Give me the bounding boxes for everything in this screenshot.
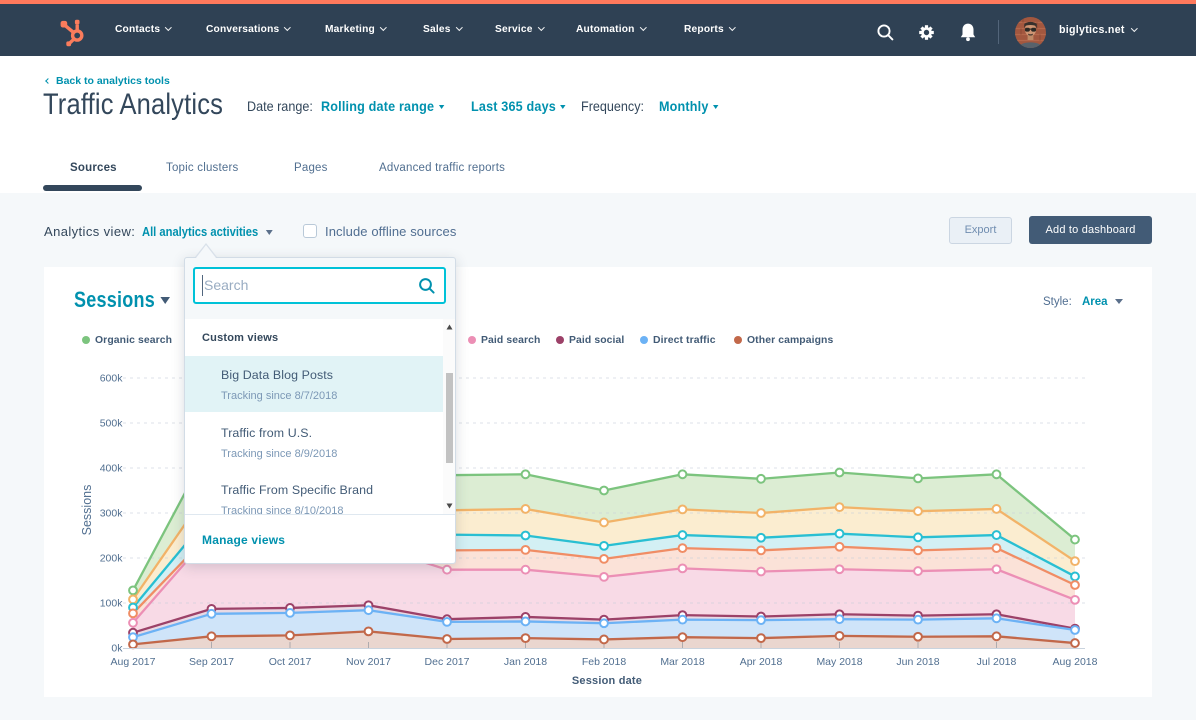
svg-text:600k: 600k bbox=[100, 373, 124, 385]
svg-text:Mar 2018: Mar 2018 bbox=[660, 656, 705, 668]
svg-text:Jun 2018: Jun 2018 bbox=[896, 656, 939, 668]
svg-text:0k: 0k bbox=[111, 643, 123, 655]
svg-text:400k: 400k bbox=[100, 463, 124, 475]
svg-text:Feb 2018: Feb 2018 bbox=[582, 656, 627, 668]
svg-text:Dec 2017: Dec 2017 bbox=[425, 656, 470, 668]
svg-text:Apr 2018: Apr 2018 bbox=[740, 656, 783, 668]
svg-text:100k: 100k bbox=[100, 598, 124, 610]
svg-text:500k: 500k bbox=[100, 418, 124, 430]
svg-text:Aug 2018: Aug 2018 bbox=[1053, 656, 1098, 668]
svg-text:Session date: Session date bbox=[572, 675, 642, 687]
svg-text:Jul 2018: Jul 2018 bbox=[977, 656, 1017, 668]
svg-text:Sessions: Sessions bbox=[80, 485, 94, 536]
svg-text:May 2018: May 2018 bbox=[816, 656, 862, 668]
svg-text:Jan 2018: Jan 2018 bbox=[504, 656, 547, 668]
svg-text:Nov 2017: Nov 2017 bbox=[346, 656, 391, 668]
svg-text:300k: 300k bbox=[100, 508, 124, 520]
svg-text:Sep 2017: Sep 2017 bbox=[189, 656, 234, 668]
svg-text:Oct 2017: Oct 2017 bbox=[269, 656, 312, 668]
svg-text:Aug 2017: Aug 2017 bbox=[111, 656, 156, 668]
svg-text:200k: 200k bbox=[100, 553, 124, 565]
